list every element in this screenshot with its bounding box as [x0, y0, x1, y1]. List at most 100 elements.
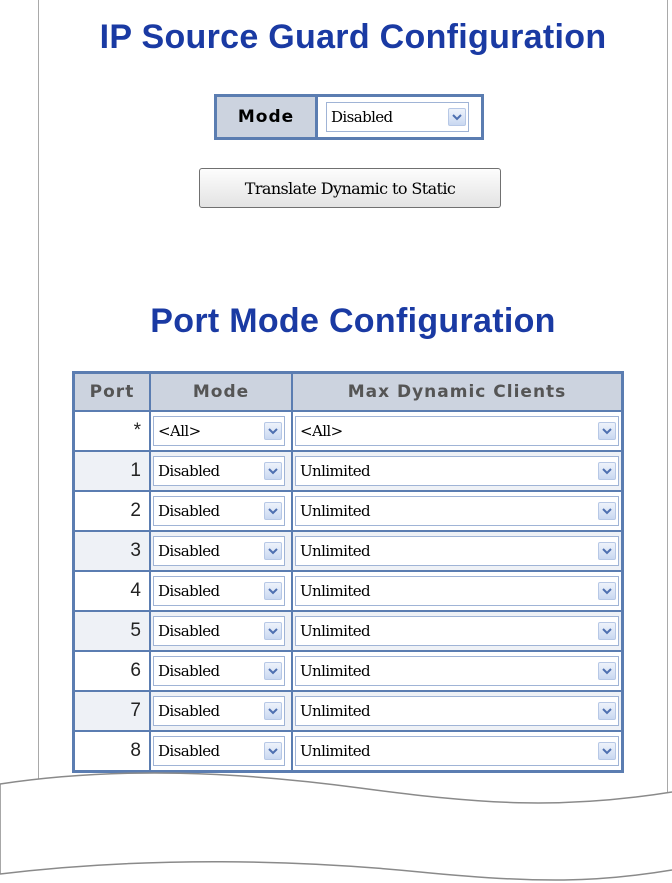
port-mode-select[interactable]: Disabled — [153, 696, 285, 726]
port-mode-value: Disabled — [158, 702, 220, 720]
section-title: Port Mode Configuration — [150, 302, 556, 340]
max-clients-cell: <All> — [291, 410, 624, 452]
chevron-down-icon[interactable] — [264, 662, 282, 680]
max-dynamic-clients-value: Unlimited — [300, 502, 371, 520]
port-mode-select[interactable]: <All> — [153, 416, 285, 446]
port-cell: 8 — [72, 730, 151, 773]
max-clients-cell: Unlimited — [291, 730, 624, 773]
max-dynamic-clients-select[interactable]: Unlimited — [295, 496, 619, 526]
max-clients-cell: Unlimited — [291, 690, 624, 732]
chevron-down-icon[interactable] — [264, 702, 282, 720]
table-row: 4 Disabled Unlimited — [72, 570, 624, 612]
chevron-down-icon[interactable] — [264, 542, 282, 560]
max-dynamic-clients-select[interactable]: Unlimited — [295, 656, 619, 686]
port-mode-value: Disabled — [158, 502, 220, 520]
chevron-down-icon[interactable] — [448, 108, 466, 126]
port-mode-select[interactable]: Disabled — [153, 536, 285, 566]
mode-cell: Disabled — [149, 490, 293, 532]
translate-dynamic-to-static-button[interactable]: Translate Dynamic to Static — [199, 168, 501, 208]
port-mode-select[interactable]: Disabled — [153, 616, 285, 646]
max-dynamic-clients-value: Unlimited — [300, 742, 371, 760]
header-mode: Mode — [149, 371, 293, 412]
table-row: 1 Disabled Unlimited — [72, 450, 624, 492]
port-mode-value: Disabled — [158, 462, 220, 480]
table-row: 5 Disabled Unlimited — [72, 610, 624, 652]
max-clients-cell: Unlimited — [291, 530, 624, 572]
port-mode-value: Disabled — [158, 662, 220, 680]
port-cell: * — [72, 410, 151, 452]
port-mode-value: Disabled — [158, 542, 220, 560]
table-row: * <All> <All> — [72, 410, 624, 452]
max-dynamic-clients-select[interactable]: Unlimited — [295, 456, 619, 486]
mode-cell: Disabled — [149, 450, 293, 492]
max-dynamic-clients-value: <All> — [300, 422, 343, 440]
max-dynamic-clients-select[interactable]: Unlimited — [295, 696, 619, 726]
mode-cell: <All> — [149, 410, 293, 452]
table-row: 7 Disabled Unlimited — [72, 690, 624, 732]
chevron-down-icon[interactable] — [598, 582, 616, 600]
page-tear-overlay — [0, 772, 672, 883]
port-cell: 7 — [72, 690, 151, 732]
port-mode-select[interactable]: Disabled — [153, 736, 285, 766]
port-mode-value: Disabled — [158, 742, 220, 760]
chevron-down-icon[interactable] — [598, 702, 616, 720]
max-dynamic-clients-select[interactable]: Unlimited — [295, 536, 619, 566]
port-cell: 3 — [72, 530, 151, 572]
port-mode-select[interactable]: Disabled — [153, 656, 285, 686]
page-frame: IP Source Guard Configuration Mode Disab… — [0, 0, 672, 883]
chevron-down-icon[interactable] — [598, 622, 616, 640]
chevron-down-icon[interactable] — [598, 662, 616, 680]
chevron-down-icon[interactable] — [598, 502, 616, 520]
max-dynamic-clients-value: Unlimited — [300, 542, 371, 560]
port-cell: 5 — [72, 610, 151, 652]
table-body: * <All> <All> 1 Disabled Unlimited 2 Disabled Un… — [72, 410, 624, 773]
table-row: 6 Disabled Unlimited — [72, 650, 624, 692]
header-max-dynamic-clients: Max Dynamic Clients — [291, 371, 624, 412]
max-clients-cell: Unlimited — [291, 570, 624, 612]
table-row: 2 Disabled Unlimited — [72, 490, 624, 532]
table-row: 3 Disabled Unlimited — [72, 530, 624, 572]
max-clients-cell: Unlimited — [291, 650, 624, 692]
port-mode-value: Disabled — [158, 582, 220, 600]
max-dynamic-clients-select[interactable]: Unlimited — [295, 736, 619, 766]
max-dynamic-clients-value: Unlimited — [300, 702, 371, 720]
chevron-down-icon[interactable] — [264, 502, 282, 520]
port-cell: 4 — [72, 570, 151, 612]
port-cell: 2 — [72, 490, 151, 532]
max-clients-cell: Unlimited — [291, 450, 624, 492]
port-mode-value: <All> — [158, 422, 201, 440]
chevron-down-icon[interactable] — [598, 742, 616, 760]
header-port: Port — [72, 371, 151, 412]
global-mode-panel: Mode Disabled — [214, 94, 484, 140]
max-dynamic-clients-value: Unlimited — [300, 622, 371, 640]
max-dynamic-clients-select[interactable]: Unlimited — [295, 576, 619, 606]
mode-cell: Disabled — [149, 530, 293, 572]
chevron-down-icon[interactable] — [598, 422, 616, 440]
max-dynamic-clients-select[interactable]: <All> — [295, 416, 619, 446]
port-mode-select[interactable]: Disabled — [153, 496, 285, 526]
max-dynamic-clients-value: Unlimited — [300, 662, 371, 680]
global-mode-select[interactable]: Disabled — [326, 102, 469, 132]
mode-cell: Disabled — [149, 570, 293, 612]
chevron-down-icon[interactable] — [598, 462, 616, 480]
max-dynamic-clients-select[interactable]: Unlimited — [295, 616, 619, 646]
mode-cell: Disabled — [149, 650, 293, 692]
port-mode-select[interactable]: Disabled — [153, 576, 285, 606]
table-header-row: Port Mode Max Dynamic Clients — [72, 371, 624, 412]
page-title: IP Source Guard Configuration — [99, 18, 607, 56]
mode-cell: Disabled — [149, 690, 293, 732]
chevron-down-icon[interactable] — [264, 462, 282, 480]
max-dynamic-clients-value: Unlimited — [300, 462, 371, 480]
table-row: 8 Disabled Unlimited — [72, 730, 624, 773]
chevron-down-icon[interactable] — [264, 422, 282, 440]
port-cell: 6 — [72, 650, 151, 692]
chevron-down-icon[interactable] — [598, 542, 616, 560]
chevron-down-icon[interactable] — [264, 582, 282, 600]
max-clients-cell: Unlimited — [291, 490, 624, 532]
chevron-down-icon[interactable] — [264, 742, 282, 760]
port-mode-select[interactable]: Disabled — [153, 456, 285, 486]
global-mode-label: Mode — [217, 97, 318, 137]
port-mode-table: Port Mode Max Dynamic Clients * <All> <All… — [72, 371, 624, 773]
chevron-down-icon[interactable] — [264, 622, 282, 640]
mode-cell: Disabled — [149, 610, 293, 652]
